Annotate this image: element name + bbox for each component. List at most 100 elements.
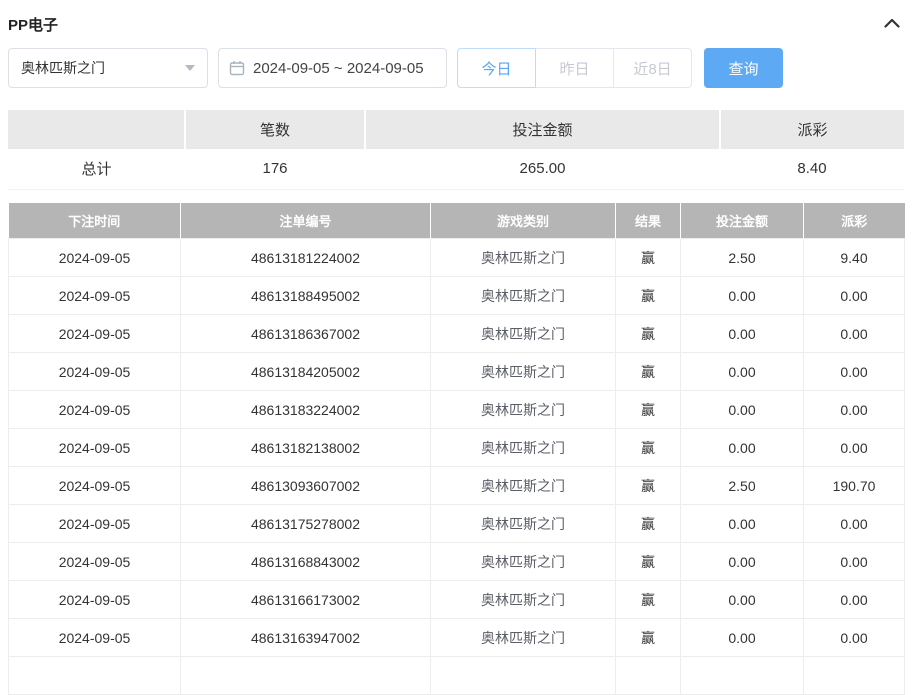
detail-header-bet-time: 下注时间 bbox=[9, 203, 181, 239]
cell-game-type: 奥林匹斯之门 bbox=[431, 619, 616, 657]
cell-bet-time: 2024-09-05 bbox=[9, 467, 181, 505]
table-row: 2024-09-05 48613188495002 奥林匹斯之门 赢 0.00 … bbox=[9, 277, 905, 315]
quick-button-today[interactable]: 今日 bbox=[457, 48, 536, 88]
quick-button-last8days[interactable]: 近8日 bbox=[613, 48, 692, 88]
cell-order-id: 48613093607002 bbox=[181, 467, 431, 505]
cell-bet-time: 2024-09-05 bbox=[9, 581, 181, 619]
date-range-picker[interactable]: 2024-09-05 ~ 2024-09-05 bbox=[218, 48, 447, 88]
table-row: 2024-09-05 48613163947002 奥林匹斯之门 赢 0.00 … bbox=[9, 619, 905, 657]
cell-bet-time: 2024-09-05 bbox=[9, 277, 181, 315]
cell-order-id: 48613188495002 bbox=[181, 277, 431, 315]
chevron-down-icon bbox=[185, 65, 195, 71]
cell-bet-time: 2024-09-05 bbox=[9, 391, 181, 429]
search-button[interactable]: 查询 bbox=[704, 48, 783, 88]
cell-game-type: 奥林匹斯之门 bbox=[431, 239, 616, 277]
detail-header-row: 下注时间 注单编号 游戏类别 结果 投注金额 派彩 bbox=[9, 203, 905, 239]
cell-bet-amount: 0.00 bbox=[681, 543, 804, 581]
cell-order-id: 48613175278002 bbox=[181, 505, 431, 543]
cell-result: 赢 bbox=[616, 353, 681, 391]
table-row: 2024-09-05 48613093607002 奥林匹斯之门 赢 2.50 … bbox=[9, 467, 905, 505]
cell-game-type: 奥林匹斯之门 bbox=[431, 353, 616, 391]
cell-result: 赢 bbox=[616, 505, 681, 543]
cell-payout bbox=[804, 657, 905, 695]
cell-result: 赢 bbox=[616, 581, 681, 619]
cell-payout: 9.40 bbox=[804, 239, 905, 277]
table-row: 2024-09-05 48613183224002 奥林匹斯之门 赢 0.00 … bbox=[9, 391, 905, 429]
cell-game-type bbox=[431, 657, 616, 695]
summary-header-bet-amount: 投注金额 bbox=[365, 110, 720, 149]
table-row: 2024-09-05 48613182138002 奥林匹斯之门 赢 0.00 … bbox=[9, 429, 905, 467]
table-row: 2024-09-05 48613184205002 奥林匹斯之门 赢 0.00 … bbox=[9, 353, 905, 391]
cell-result: 赢 bbox=[616, 277, 681, 315]
cell-result bbox=[616, 657, 681, 695]
table-row: 2024-09-05 48613175278002 奥林匹斯之门 赢 0.00 … bbox=[9, 505, 905, 543]
cell-payout: 0.00 bbox=[804, 353, 905, 391]
detail-header-order-id: 注单编号 bbox=[181, 203, 431, 239]
cell-result: 赢 bbox=[616, 429, 681, 467]
summary-table: 笔数 投注金额 派彩 总计 176 265.00 8.40 bbox=[8, 110, 904, 190]
cell-bet-amount: 2.50 bbox=[681, 467, 804, 505]
cell-bet-amount: 0.00 bbox=[681, 619, 804, 657]
cell-game-type: 奥林匹斯之门 bbox=[431, 505, 616, 543]
panel-header: PP电子 bbox=[8, 0, 904, 48]
cell-order-id: 48613163947002 bbox=[181, 619, 431, 657]
cell-bet-amount: 0.00 bbox=[681, 353, 804, 391]
cell-bet-time: 2024-09-05 bbox=[9, 429, 181, 467]
cell-game-type: 奥林匹斯之门 bbox=[431, 315, 616, 353]
calendar-icon bbox=[229, 60, 245, 76]
detail-header-result: 结果 bbox=[616, 203, 681, 239]
cell-payout: 190.70 bbox=[804, 467, 905, 505]
cell-bet-amount: 0.00 bbox=[681, 315, 804, 353]
cell-result: 赢 bbox=[616, 619, 681, 657]
table-row bbox=[9, 657, 905, 695]
cell-payout: 0.00 bbox=[804, 543, 905, 581]
collapse-toggle[interactable] bbox=[880, 11, 904, 37]
cell-order-id: 48613168843002 bbox=[181, 543, 431, 581]
summary-total-count: 176 bbox=[185, 149, 365, 189]
cell-result: 赢 bbox=[616, 391, 681, 429]
detail-header-payout: 派彩 bbox=[804, 203, 905, 239]
cell-payout: 0.00 bbox=[804, 391, 905, 429]
summary-header-row: 笔数 投注金额 派彩 bbox=[8, 110, 904, 149]
summary-total-label: 总计 bbox=[8, 149, 185, 189]
cell-bet-amount: 0.00 bbox=[681, 581, 804, 619]
cell-result: 赢 bbox=[616, 543, 681, 581]
cell-payout: 0.00 bbox=[804, 429, 905, 467]
summary-total-row: 总计 176 265.00 8.40 bbox=[8, 149, 904, 189]
cell-bet-time: 2024-09-05 bbox=[9, 353, 181, 391]
game-select[interactable]: 奥林匹斯之门 bbox=[8, 48, 208, 88]
chevron-up-icon bbox=[884, 15, 900, 33]
summary-total-payout: 8.40 bbox=[720, 149, 904, 189]
table-row: 2024-09-05 48613166173002 奥林匹斯之门 赢 0.00 … bbox=[9, 581, 905, 619]
cell-order-id: 48613186367002 bbox=[181, 315, 431, 353]
summary-total-bet-amount: 265.00 bbox=[365, 149, 720, 189]
detail-header-game-type: 游戏类别 bbox=[431, 203, 616, 239]
cell-payout: 0.00 bbox=[804, 581, 905, 619]
cell-order-id: 48613182138002 bbox=[181, 429, 431, 467]
cell-bet-amount: 0.00 bbox=[681, 277, 804, 315]
cell-result: 赢 bbox=[616, 467, 681, 505]
game-select-value: 奥林匹斯之门 bbox=[21, 58, 105, 78]
cell-bet-time: 2024-09-05 bbox=[9, 619, 181, 657]
cell-payout: 0.00 bbox=[804, 505, 905, 543]
cell-bet-time: 2024-09-05 bbox=[9, 543, 181, 581]
table-row: 2024-09-05 48613181224002 奥林匹斯之门 赢 2.50 … bbox=[9, 239, 905, 277]
cell-game-type: 奥林匹斯之门 bbox=[431, 429, 616, 467]
cell-game-type: 奥林匹斯之门 bbox=[431, 543, 616, 581]
cell-order-id: 48613184205002 bbox=[181, 353, 431, 391]
cell-bet-amount: 0.00 bbox=[681, 505, 804, 543]
cell-game-type: 奥林匹斯之门 bbox=[431, 581, 616, 619]
page-title: PP电子 bbox=[8, 14, 58, 35]
cell-result: 赢 bbox=[616, 239, 681, 277]
cell-order-id: 48613166173002 bbox=[181, 581, 431, 619]
cell-bet-time: 2024-09-05 bbox=[9, 239, 181, 277]
quick-button-yesterday[interactable]: 昨日 bbox=[535, 48, 614, 88]
summary-header-blank bbox=[8, 110, 185, 149]
report-panel: PP电子 奥林匹斯之门 2024-09-05 ~ bbox=[0, 0, 912, 695]
detail-table: 下注时间 注单编号 游戏类别 结果 投注金额 派彩 2024-09-05 486… bbox=[8, 203, 905, 695]
quick-date-group: 今日 昨日 近8日 bbox=[457, 48, 692, 88]
cell-payout: 0.00 bbox=[804, 277, 905, 315]
summary-header-count: 笔数 bbox=[185, 110, 365, 149]
cell-order-id: 48613181224002 bbox=[181, 239, 431, 277]
detail-header-bet-amount: 投注金额 bbox=[681, 203, 804, 239]
